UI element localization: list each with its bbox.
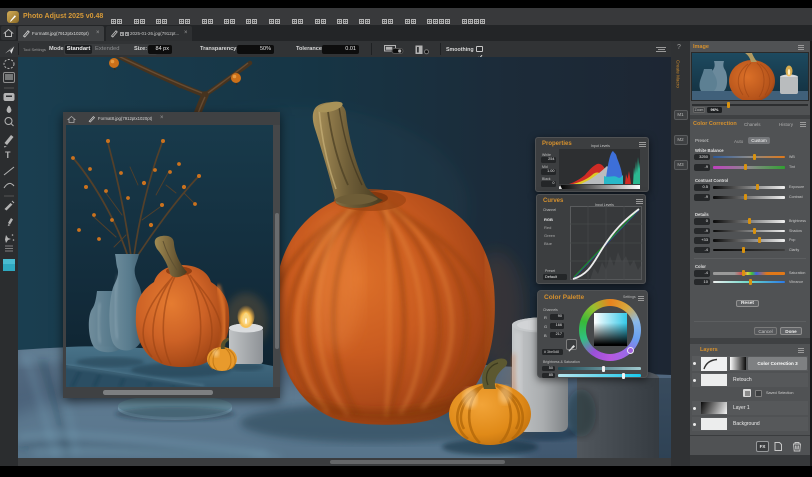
svg-text:T: T bbox=[5, 150, 11, 160]
